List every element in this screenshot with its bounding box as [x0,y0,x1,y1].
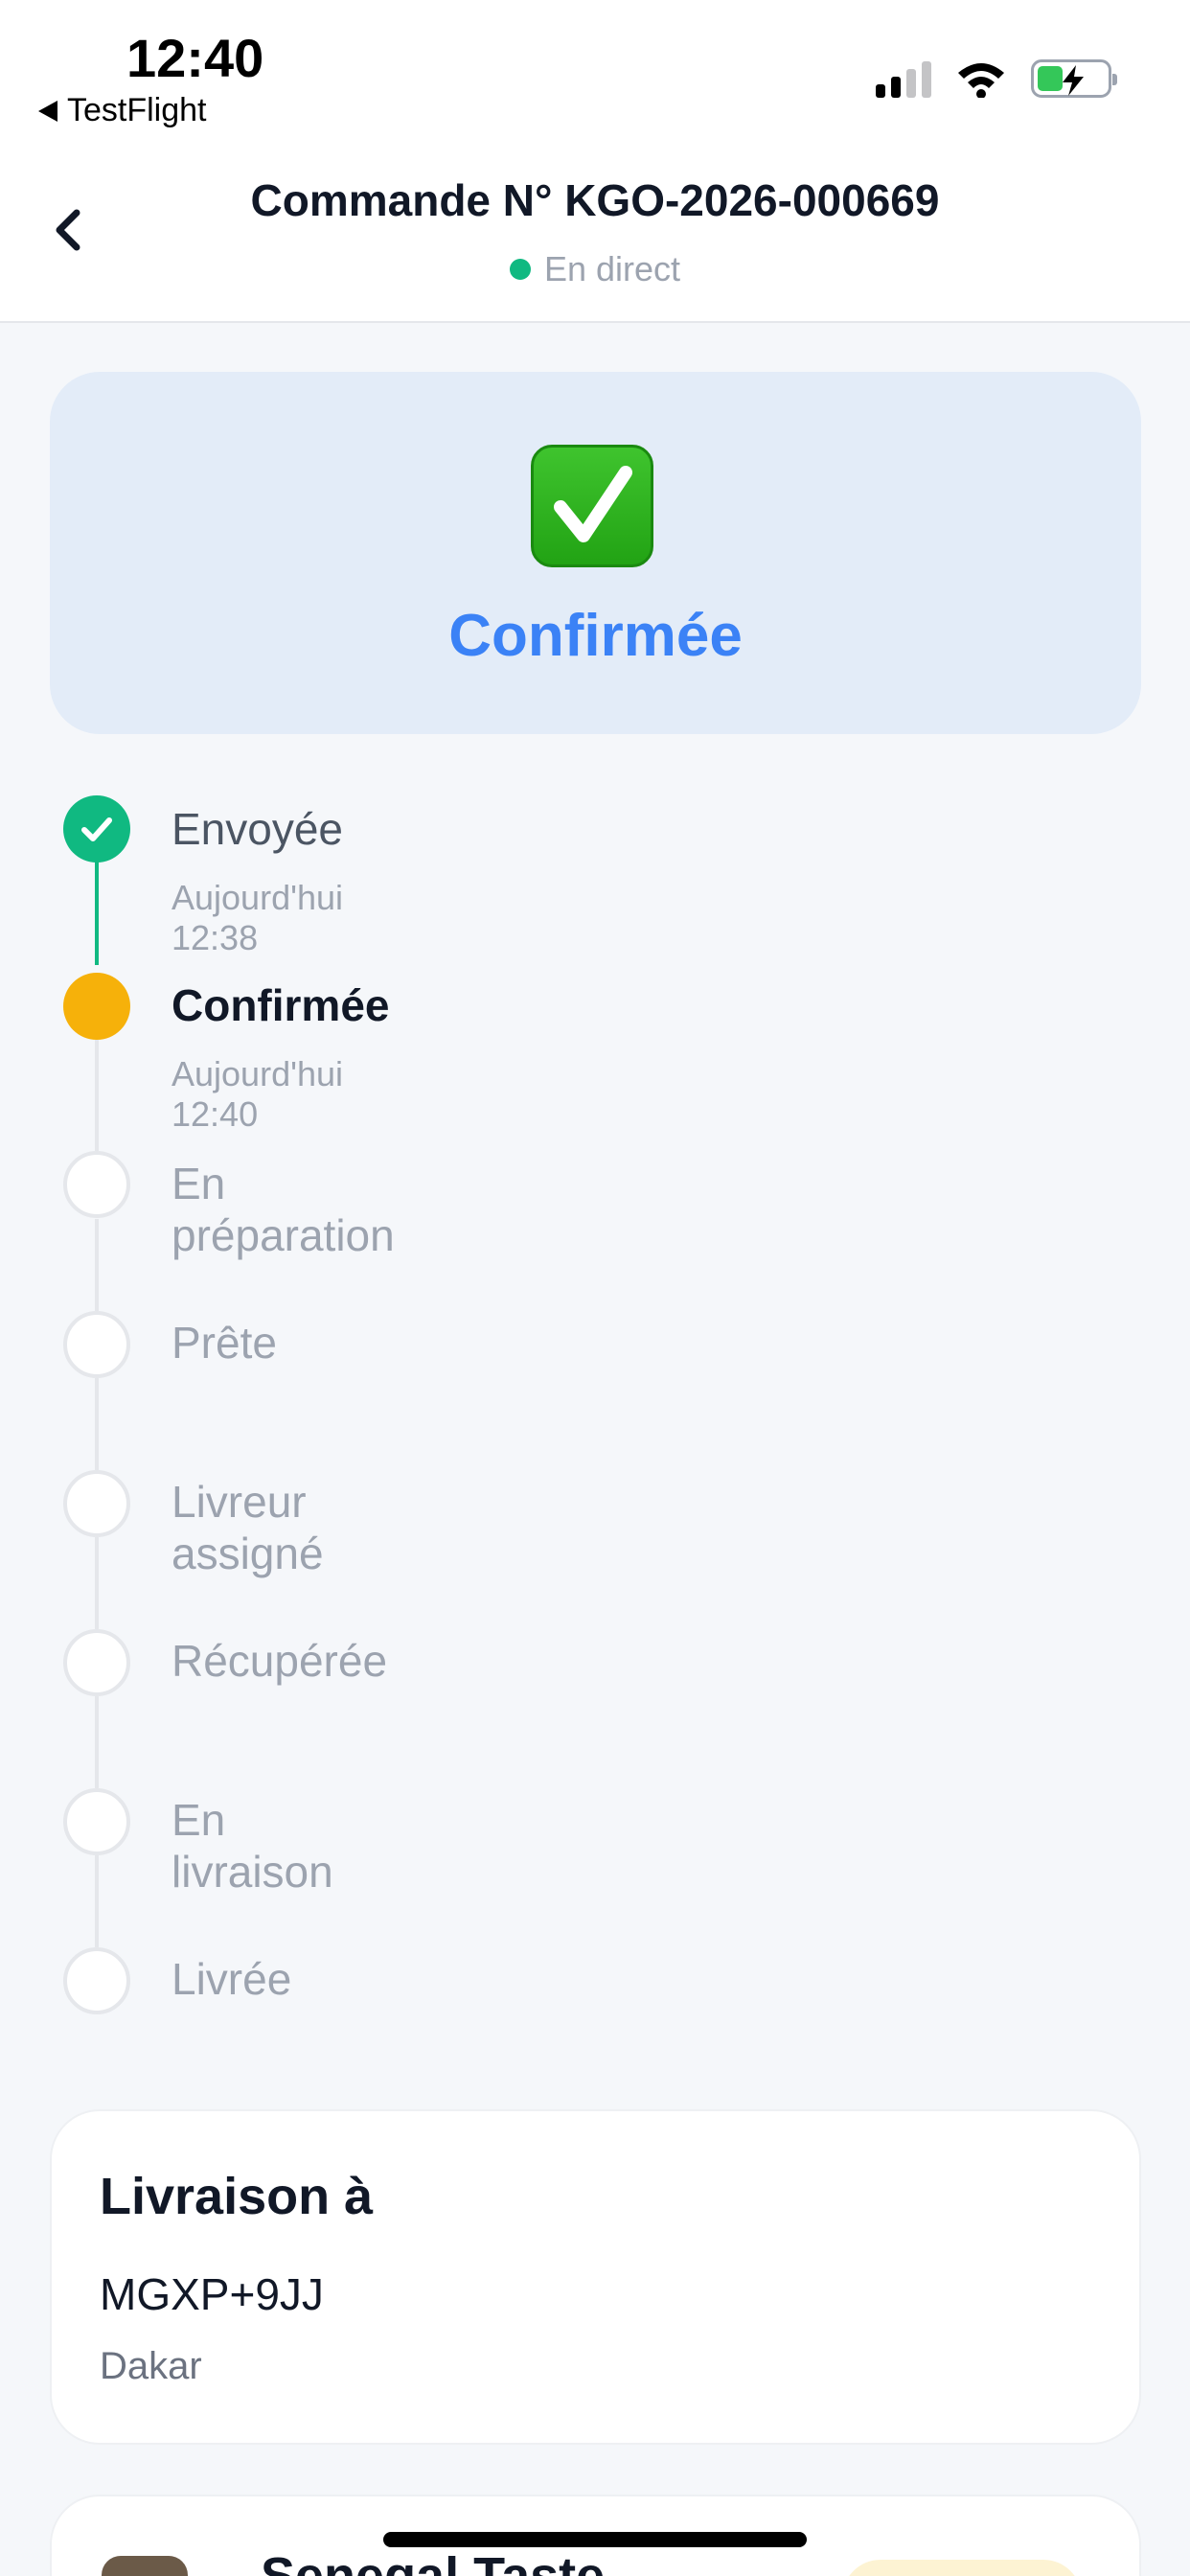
step-label-confirmee: Confirmée [172,980,390,1030]
top-bar: 12:40 TestFlight Commande N° KGO-2026-00… [0,0,1190,323]
restaurant-thumbnail [102,2556,188,2576]
delivery-title: Livraison à [100,2168,374,2225]
step-pending-icon [63,1311,130,1378]
status-time: 12:40 [126,28,264,88]
step-label-livreur-assigne: Livreur assigné [172,1477,324,1578]
restaurant-badge [842,2560,1082,2576]
step-time-envoyee: Aujourd'hui 12:38 [172,878,343,957]
step-label-livree: Livrée [172,1954,292,2004]
step-time-confirmee: Aujourd'hui 12:40 [172,1054,343,1134]
step-label-envoyee: Envoyée [172,804,344,854]
timeline-connector [95,1378,99,1470]
timeline-connector [95,1855,99,1947]
status-icons [876,58,1117,100]
step-label-en-livraison: En livraison [172,1795,333,1897]
live-label: En direct [543,249,681,288]
check-mark-icon [531,445,653,567]
signal-icon [876,59,931,98]
step-pending-icon [63,1470,130,1537]
live-dot-icon [509,259,531,280]
timeline-connector [95,1040,99,1151]
order-status-label: Confirmée [448,603,743,669]
timeline-connector [95,1696,99,1788]
back-app-label: TestFlight [67,92,207,128]
timeline-connector [95,860,99,965]
home-indicator [383,2532,807,2547]
order-status-card: Confirmée [50,372,1141,734]
wifi-icon [958,63,1004,98]
step-current-icon [63,973,130,1040]
back-to-testflight-link[interactable]: TestFlight [38,92,207,129]
step-done-icon [63,795,130,862]
delivery-city: Dakar [100,2345,202,2387]
step-pending-icon [63,1788,130,1855]
timeline-connector [95,1537,99,1629]
battery-charging-icon [1031,59,1117,98]
delivery-address-card: Livraison à MGXP+9JJ Dakar [50,2109,1141,2445]
step-label-prete: Prête [172,1318,277,1368]
page-title: Commande N° KGO-2026-000669 [250,175,940,225]
step-label-en-preparation: En préparation [172,1159,395,1260]
delivery-address: MGXP+9JJ [100,2269,324,2319]
back-triangle-icon [38,100,57,122]
timeline-connector [95,1219,99,1311]
restaurant-name: Senegal Taste [261,2547,606,2576]
step-label-recuperee: Récupérée [172,1636,388,1686]
step-pending-icon [63,1629,130,1696]
step-pending-icon [63,1947,130,2014]
step-pending-icon [63,1151,130,1218]
live-indicator: En direct [0,249,1190,289]
